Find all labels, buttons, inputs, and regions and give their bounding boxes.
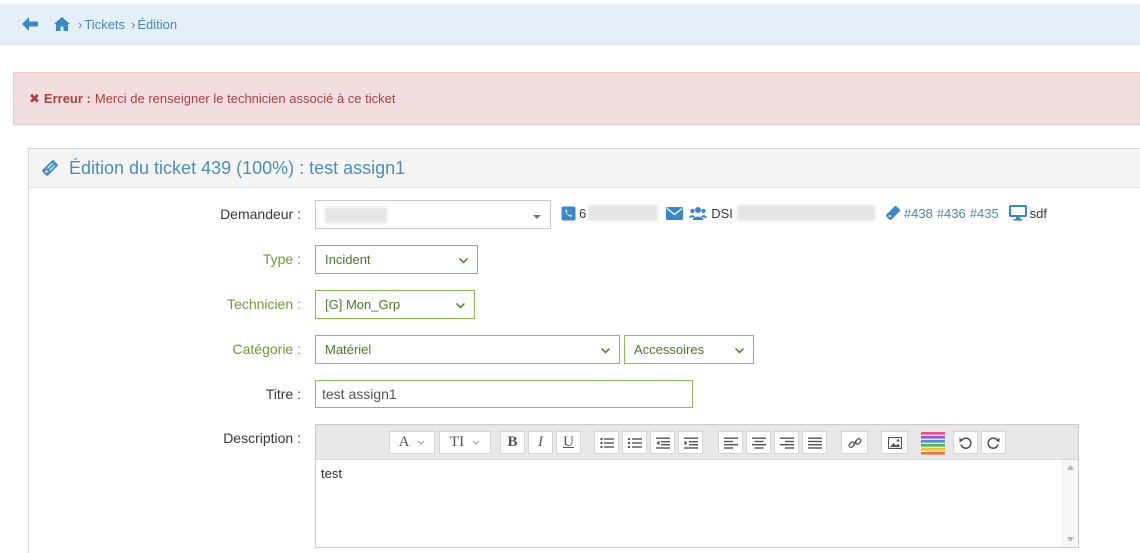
- ticket-icon: [41, 159, 59, 177]
- description-editor[interactable]: A TI B I U test: [315, 424, 1079, 548]
- description-label: Description :: [223, 430, 301, 446]
- numbered-list-icon[interactable]: [622, 431, 647, 454]
- phone-icon: [561, 206, 576, 221]
- breadcrumb: › Tickets › Édition: [0, 4, 1140, 45]
- description-value: test: [321, 466, 342, 481]
- type-select[interactable]: Incident: [315, 245, 478, 274]
- demandeur-value-redacted: [325, 206, 387, 223]
- color-picker-icon[interactable]: [921, 431, 945, 455]
- demandeur-service: DSI: [711, 205, 733, 221]
- demandeur-info: 6 DSI #438 #436 #435 sdf: [561, 203, 1047, 223]
- outdent-icon[interactable]: [650, 431, 675, 454]
- phone-redacted: [588, 205, 659, 221]
- error-alert: ✖ Erreur : Merci de renseigner le techni…: [13, 72, 1140, 125]
- align-center-icon[interactable]: [746, 431, 771, 454]
- titre-label: Titre :: [265, 386, 301, 402]
- demandeur-phone: 6: [579, 205, 587, 221]
- technicien-label: Technicien :: [227, 296, 301, 312]
- indent-icon[interactable]: [678, 431, 703, 454]
- align-right-icon[interactable]: [774, 431, 799, 454]
- categorie-label: Catégorie :: [232, 341, 301, 357]
- bullet-list-icon[interactable]: [594, 431, 619, 454]
- demandeur-label: Demandeur :: [220, 206, 301, 222]
- ticket-link[interactable]: #436: [937, 206, 966, 221]
- link-icon[interactable]: [841, 431, 868, 454]
- breadcrumb-item-edition[interactable]: Édition: [137, 17, 177, 32]
- editor-toolbar: A TI B I U: [316, 425, 1078, 460]
- align-left-icon[interactable]: [718, 431, 743, 454]
- scroll-down-icon[interactable]: [1067, 537, 1074, 542]
- page-title: Édition du ticket 439 (100%) : test assi…: [69, 157, 406, 178]
- envelope-icon[interactable]: [666, 206, 684, 220]
- image-icon[interactable]: [881, 431, 908, 454]
- back-arrow-icon[interactable]: [20, 14, 40, 34]
- titre-value: test assign1: [322, 386, 397, 402]
- ticket-link[interactable]: #438: [904, 206, 933, 221]
- type-label: Type :: [262, 251, 301, 267]
- breadcrumb-separator: ›: [78, 16, 83, 32]
- align-justify-icon[interactable]: [802, 431, 827, 454]
- technicien-value: [G] Mon_Grp: [325, 297, 401, 312]
- users-icon: [689, 206, 708, 221]
- redo-icon[interactable]: [981, 431, 1006, 454]
- ticket-link[interactable]: #435: [970, 206, 999, 221]
- caret-down-icon: [418, 440, 425, 445]
- description-textarea[interactable]: test: [316, 460, 1078, 547]
- breadcrumb-item-tickets[interactable]: Tickets: [84, 17, 125, 32]
- categorie-select[interactable]: Matériel: [315, 335, 620, 364]
- caret-down-icon: [472, 440, 480, 445]
- bold-button[interactable]: B: [500, 431, 525, 454]
- type-value: Incident: [325, 252, 371, 267]
- editor-scrollbar[interactable]: [1062, 460, 1078, 547]
- asset-name: sdf: [1029, 205, 1048, 221]
- chevron-down-icon: [455, 299, 466, 314]
- souscategorie-value: Accessoires: [634, 342, 705, 357]
- home-icon[interactable]: [52, 14, 72, 34]
- panel-header: Édition du ticket 439 (100%) : test assi…: [29, 149, 1140, 188]
- alert-message: Merci de renseigner le technicien associ…: [94, 91, 396, 106]
- italic-button[interactable]: I: [528, 431, 553, 454]
- caret-down-icon: [532, 210, 542, 225]
- categorie-value: Matériel: [325, 342, 372, 357]
- technicien-select[interactable]: [G] Mon_Grp: [315, 290, 475, 319]
- chevron-down-icon: [458, 254, 469, 269]
- font-size-button[interactable]: TI: [439, 431, 491, 454]
- titre-input[interactable]: test assign1: [315, 380, 693, 408]
- underline-button[interactable]: U: [556, 431, 581, 454]
- font-family-button[interactable]: A: [389, 431, 435, 454]
- close-icon: ✖: [29, 90, 40, 106]
- undo-icon[interactable]: [953, 431, 978, 454]
- souscategorie-select[interactable]: Accessoires: [624, 335, 754, 364]
- scroll-up-icon[interactable]: [1067, 465, 1074, 470]
- demandeur-select[interactable]: [315, 200, 551, 229]
- service-redacted: [736, 205, 875, 221]
- alert-title: Erreur :: [43, 91, 91, 106]
- ticket-icon: [885, 205, 901, 221]
- chevron-down-icon: [734, 344, 745, 359]
- breadcrumb-separator: ›: [131, 16, 136, 32]
- desktop-icon: [1008, 205, 1027, 221]
- chevron-down-icon: [600, 344, 611, 359]
